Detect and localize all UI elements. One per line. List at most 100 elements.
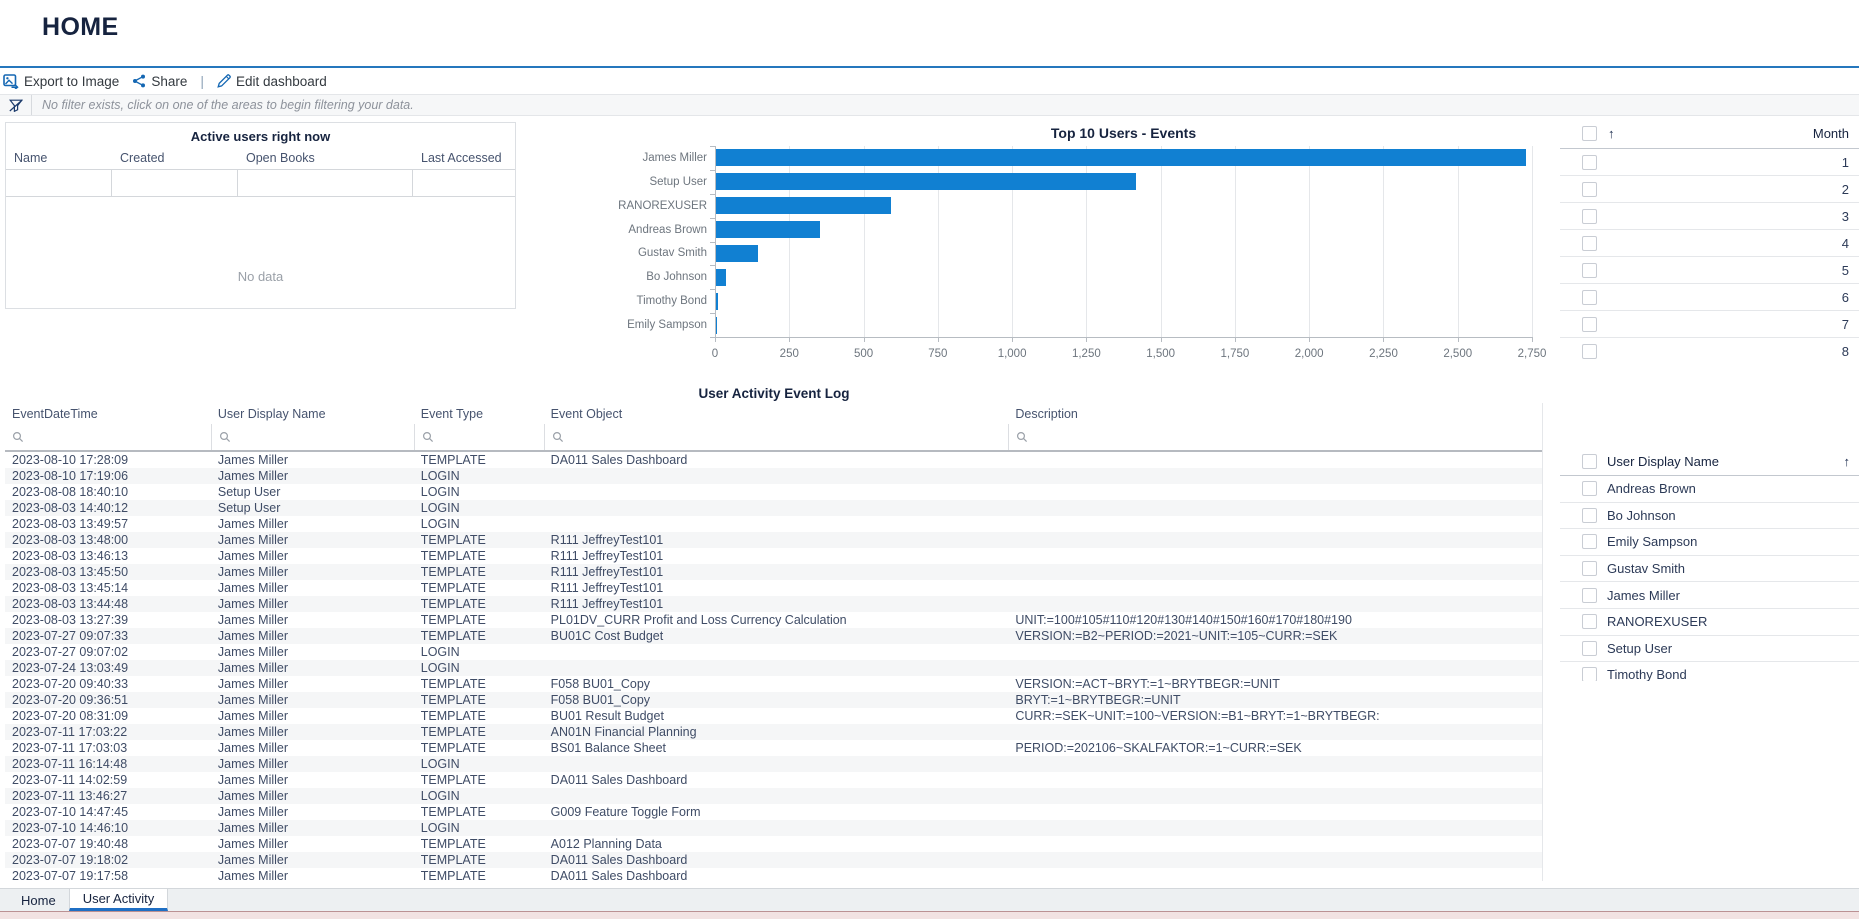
chart-bar[interactable]: [716, 197, 891, 214]
select-all-users-checkbox[interactable]: [1582, 454, 1597, 469]
table-row[interactable]: 2023-07-07 19:40:48James MillerTEMPLATEA…: [5, 836, 1542, 852]
chart-bar[interactable]: [716, 149, 1526, 166]
search-cell-event-type: [414, 424, 544, 450]
table-row[interactable]: 2023-07-27 09:07:02James MillerLOGIN: [5, 644, 1542, 660]
user-filter-row[interactable]: Timothy Bond: [1560, 662, 1859, 681]
sort-ascending-icon[interactable]: ↑: [1844, 454, 1851, 469]
month-filter-row[interactable]: 1: [1560, 149, 1859, 176]
axis-tick-mark: [1012, 337, 1013, 342]
chart-bar[interactable]: [716, 317, 717, 334]
user-filter-row[interactable]: Setup User: [1560, 636, 1859, 663]
checkbox[interactable]: [1582, 614, 1597, 629]
table-row[interactable]: 2023-07-24 13:03:49James MillerLOGIN: [5, 660, 1542, 676]
month-filter-title[interactable]: Month: [1615, 126, 1859, 141]
table-row[interactable]: 2023-08-03 14:40:12Setup UserLOGIN: [5, 500, 1542, 516]
table-row[interactable]: 2023-08-03 13:49:57James MillerLOGIN: [5, 516, 1542, 532]
user-filter-title[interactable]: User Display Name: [1607, 454, 1844, 469]
chart-bar[interactable]: [716, 245, 758, 262]
table-row[interactable]: 2023-07-07 19:17:58James MillerTEMPLATED…: [5, 868, 1542, 881]
edit-dashboard-button[interactable]: Edit dashboard: [217, 74, 327, 89]
table-row[interactable]: 2023-08-03 13:48:00James MillerTEMPLATER…: [5, 532, 1542, 548]
user-filter-row[interactable]: RANOREXUSER: [1560, 609, 1859, 636]
table-row[interactable]: 2023-07-27 09:07:33James MillerTEMPLATEB…: [5, 628, 1542, 644]
checkbox[interactable]: [1582, 641, 1597, 656]
table-row[interactable]: 2023-08-03 13:45:50James MillerTEMPLATER…: [5, 564, 1542, 580]
checkbox[interactable]: [1582, 209, 1597, 224]
checkbox[interactable]: [1582, 508, 1597, 523]
checkbox[interactable]: [1582, 588, 1597, 603]
month-filter-row[interactable]: 3: [1560, 203, 1859, 230]
user-filter-row[interactable]: Andreas Brown: [1560, 476, 1859, 503]
checkbox[interactable]: [1582, 344, 1597, 359]
table-row[interactable]: 2023-07-11 17:03:03James MillerTEMPLATEB…: [5, 740, 1542, 756]
bottom-scroll-strip[interactable]: [0, 911, 1859, 919]
column-header-eventdatetime[interactable]: EventDateTime: [5, 407, 211, 421]
user-filter-row[interactable]: Gustav Smith: [1560, 556, 1859, 583]
table-row[interactable]: 2023-08-03 13:44:48James MillerTEMPLATER…: [5, 596, 1542, 612]
top-users-chart[interactable]: Top 10 Users - Events James MillerSetup …: [530, 120, 1545, 362]
select-all-months-checkbox[interactable]: [1582, 126, 1597, 141]
month-filter-row[interactable]: 5: [1560, 257, 1859, 284]
table-row[interactable]: 2023-08-10 17:19:06James MillerLOGIN: [5, 468, 1542, 484]
tab-home[interactable]: Home: [8, 889, 69, 911]
checkbox[interactable]: [1582, 290, 1597, 305]
chart-bar[interactable]: [716, 173, 1136, 190]
column-header-user-display-name[interactable]: User Display Name: [211, 407, 414, 421]
checkbox[interactable]: [1582, 182, 1597, 197]
table-row[interactable]: 2023-08-10 17:28:09James MillerTEMPLATED…: [5, 452, 1542, 468]
table-row[interactable]: 2023-07-20 09:40:33James MillerTEMPLATEF…: [5, 676, 1542, 692]
checkbox[interactable]: [1582, 561, 1597, 576]
month-filter-row[interactable]: 7: [1560, 311, 1859, 338]
chart-bar[interactable]: [716, 221, 820, 238]
user-filter-row[interactable]: Bo Johnson: [1560, 503, 1859, 530]
column-header-event-object[interactable]: Event Object: [544, 407, 1009, 421]
table-cell: TEMPLATE: [414, 453, 544, 467]
table-cell: 2023-08-03 13:44:48: [5, 597, 211, 611]
table-row[interactable]: 2023-08-03 13:46:13James MillerTEMPLATER…: [5, 548, 1542, 564]
checkbox[interactable]: [1582, 236, 1597, 251]
month-filter-list: 123456789: [1560, 149, 1859, 362]
table-row[interactable]: 2023-07-11 13:46:27James MillerLOGIN: [5, 788, 1542, 804]
column-header-name[interactable]: Name: [6, 151, 112, 165]
chart-category-label: Bo Johnson: [530, 270, 707, 284]
table-row[interactable]: 2023-07-10 14:47:45James MillerTEMPLATEG…: [5, 804, 1542, 820]
column-header-event-type[interactable]: Event Type: [414, 407, 544, 421]
user-filter-row[interactable]: James Miller: [1560, 582, 1859, 609]
column-header-last-accessed[interactable]: Last Accessed: [413, 151, 515, 165]
search-input-event-object[interactable]: [568, 429, 1009, 445]
table-row[interactable]: 2023-08-03 13:45:14James MillerTEMPLATER…: [5, 580, 1542, 596]
checkbox[interactable]: [1582, 155, 1597, 170]
table-row[interactable]: 2023-07-07 19:18:02James MillerTEMPLATED…: [5, 852, 1542, 868]
search-input-event-type[interactable]: [438, 429, 544, 445]
month-filter-row[interactable]: 4: [1560, 230, 1859, 257]
tab-user-activity[interactable]: User Activity: [69, 889, 169, 911]
chart-bar[interactable]: [716, 269, 726, 286]
search-input-eventdatetime[interactable]: [28, 429, 211, 445]
user-filter-row[interactable]: Emily Sampson: [1560, 529, 1859, 556]
column-header-open-books[interactable]: Open Books: [238, 151, 413, 165]
table-row[interactable]: 2023-07-11 17:03:22James MillerTEMPLATEA…: [5, 724, 1542, 740]
month-filter-row[interactable]: 6: [1560, 284, 1859, 311]
column-header-created[interactable]: Created: [112, 151, 238, 165]
month-filter-row[interactable]: 2: [1560, 176, 1859, 203]
checkbox[interactable]: [1582, 481, 1597, 496]
table-row[interactable]: 2023-07-11 14:02:59James MillerTEMPLATED…: [5, 772, 1542, 788]
table-row[interactable]: 2023-07-10 14:46:10James MillerLOGIN: [5, 820, 1542, 836]
month-filter-row[interactable]: 8: [1560, 338, 1859, 362]
table-row[interactable]: 2023-08-08 18:40:10Setup UserLOGIN: [5, 484, 1542, 500]
checkbox[interactable]: [1582, 534, 1597, 549]
share-button[interactable]: Share: [132, 74, 187, 89]
checkbox[interactable]: [1582, 263, 1597, 278]
table-row[interactable]: 2023-07-20 09:36:51James MillerTEMPLATEF…: [5, 692, 1542, 708]
checkbox[interactable]: [1582, 317, 1597, 332]
export-to-image-button[interactable]: Export to Image: [3, 74, 119, 89]
table-row[interactable]: 2023-08-03 13:27:39James MillerTEMPLATEP…: [5, 612, 1542, 628]
search-input-user-display-name[interactable]: [235, 429, 414, 445]
filter-bar[interactable]: No filter exists, click on one of the ar…: [0, 94, 1859, 116]
search-input-description[interactable]: [1032, 429, 1542, 445]
table-row[interactable]: 2023-07-11 16:14:48James MillerLOGIN: [5, 756, 1542, 772]
checkbox[interactable]: [1582, 667, 1597, 681]
table-row[interactable]: 2023-07-20 08:31:09James MillerTEMPLATEB…: [5, 708, 1542, 724]
chart-bar[interactable]: [716, 293, 718, 310]
column-header-description[interactable]: Description: [1008, 407, 1542, 421]
